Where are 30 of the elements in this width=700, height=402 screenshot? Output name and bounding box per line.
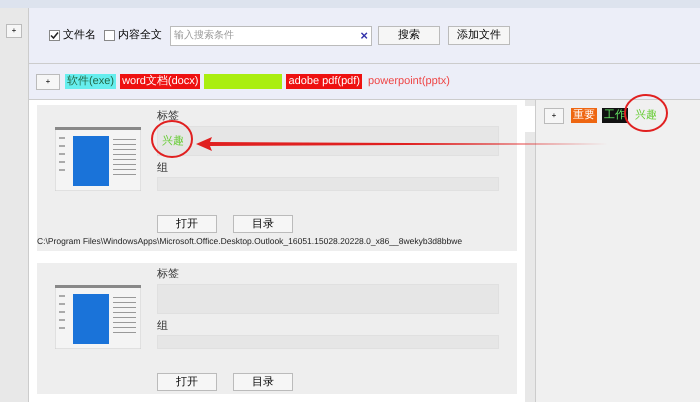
checkbox-icon[interactable] [104, 30, 115, 41]
add-file-button[interactable]: 添加文件 [448, 26, 510, 45]
annotation-circle [150, 119, 194, 159]
file-path: C:\Program Files\WindowsApps\Microsoft.Office.Desktop.Outlook_16051.15028.20228.0_x86__8wekyb3d8bbwe [37, 235, 462, 248]
annotation-circle [623, 93, 669, 133]
folder-button[interactable]: 目录 [233, 215, 293, 233]
window-thumbnail-icon [55, 285, 141, 349]
open-button[interactable]: 打开 [157, 215, 217, 233]
open-button[interactable]: 打开 [157, 373, 217, 391]
fulltext-checkbox[interactable]: 内容全文 [104, 27, 162, 44]
group-label: 组 [157, 319, 168, 333]
tag-chip[interactable]: word文档(docx) [120, 74, 200, 89]
folder-button[interactable]: 目录 [233, 373, 293, 391]
add-tag-button[interactable]: + [544, 108, 564, 124]
window-thumbnail-icon [55, 127, 141, 191]
tag-chip[interactable]: 软件(exe) [65, 74, 116, 89]
checkbox-icon[interactable] [49, 30, 60, 41]
tag-chip[interactable] [204, 74, 282, 89]
tag-chip[interactable]: adobe pdf(pdf) [286, 74, 362, 89]
clear-button[interactable]: × [360, 29, 368, 42]
tag-label: 标签 [157, 109, 179, 123]
filename-checkbox[interactable]: 文件名 [49, 27, 96, 44]
tag-chip[interactable]: 工作 [602, 108, 628, 123]
add-type-button[interactable]: + [36, 74, 60, 90]
add-button[interactable]: + [6, 24, 22, 38]
search-button[interactable]: 搜索 [378, 26, 440, 45]
group-label: 组 [157, 161, 168, 175]
tag-label: 标签 [157, 267, 179, 281]
search-field[interactable]: 输入搜索条件 × [170, 26, 372, 46]
scrollbar[interactable] [525, 100, 535, 402]
